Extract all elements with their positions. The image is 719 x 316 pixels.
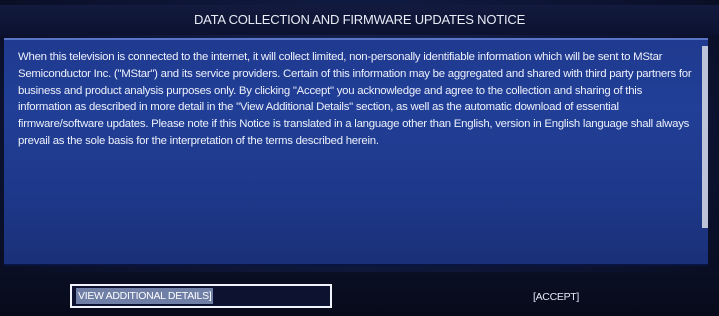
notice-panel: When this television is connected to the…: [4, 38, 708, 266]
dialog-title: DATA COLLECTION AND FIRMWARE UPDATES NOT…: [193, 12, 526, 27]
tv-notice-screen: DATA COLLECTION AND FIRMWARE UPDATES NOT…: [0, 0, 719, 316]
notice-body-text: When this television is connected to the…: [18, 51, 692, 147]
view-additional-details-button[interactable]: VIEW ADDITIONAL DETAILS]: [70, 284, 332, 308]
accept-button[interactable]: [ACCEPT]: [526, 288, 586, 306]
notice-scrollbar[interactable]: [702, 46, 708, 228]
view-additional-details-label: VIEW ADDITIONAL DETAILS]: [76, 288, 214, 304]
